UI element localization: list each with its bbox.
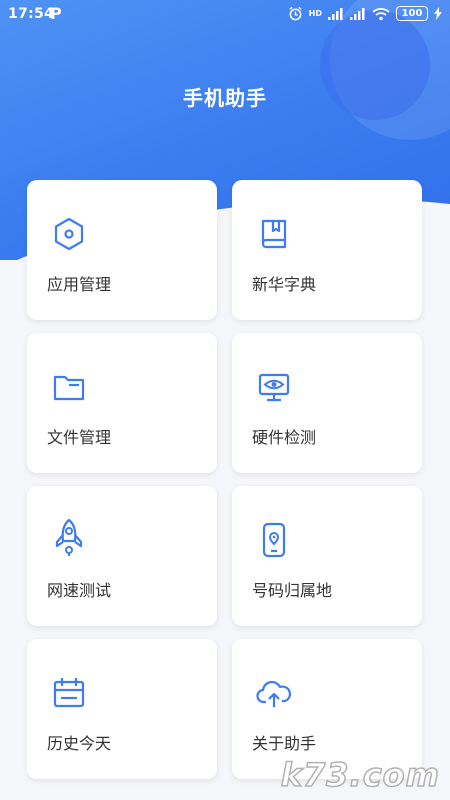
watermark-logo: k73.com (280, 755, 440, 795)
battery-indicator: 100 (396, 6, 428, 21)
status-bar: 17:54 P HD 100 (0, 0, 450, 30)
watermark-text: k73.com (280, 755, 440, 795)
status-icons: HD 100 (288, 6, 442, 21)
feature-card-app-manager[interactable]: 应用管理 (27, 180, 217, 320)
feature-card-file-manager[interactable]: 文件管理 (27, 333, 217, 473)
cloud-upload-icon (256, 680, 292, 707)
feature-grid: 应用管理 新华字典 文件管理 硬件检测 网速测试 号码归属地 历史今天 关于助手 (27, 180, 423, 779)
feature-label: 文件管理 (47, 428, 112, 447)
feature-label: 关于助手 (252, 734, 317, 753)
feature-card-history-today[interactable]: 历史今天 (27, 639, 217, 779)
charging-icon (434, 7, 442, 20)
feature-card-number-location[interactable]: 号码归属地 (232, 486, 422, 626)
monitor-eye-icon (258, 373, 290, 402)
signal-icon (350, 7, 365, 20)
phone-location-icon (262, 522, 286, 558)
feature-card-speed-test[interactable]: 网速测试 (27, 486, 217, 626)
calendar-icon (53, 678, 85, 708)
book-icon (261, 219, 287, 249)
feature-card-hardware-check[interactable]: 硬件检测 (232, 333, 422, 473)
alarm-icon (289, 6, 302, 21)
wifi-icon (372, 7, 390, 20)
signal-icon (328, 7, 343, 20)
folder-icon (53, 375, 85, 401)
feature-card-dictionary[interactable]: 新华字典 (232, 180, 422, 320)
app-notification-icon: P (50, 4, 62, 23)
network-type-label: HD (308, 9, 322, 18)
hexagon-icon (54, 217, 84, 251)
feature-label: 号码归属地 (252, 581, 333, 600)
feature-label: 历史今天 (47, 734, 112, 753)
feature-label: 应用管理 (47, 275, 112, 294)
feature-label: 网速测试 (47, 581, 112, 600)
feature-label: 新华字典 (252, 275, 317, 294)
status-time: 17:54 (8, 6, 55, 22)
page-title: 手机助手 (183, 86, 267, 110)
feature-label: 硬件检测 (252, 428, 317, 447)
rocket-icon (55, 518, 83, 556)
